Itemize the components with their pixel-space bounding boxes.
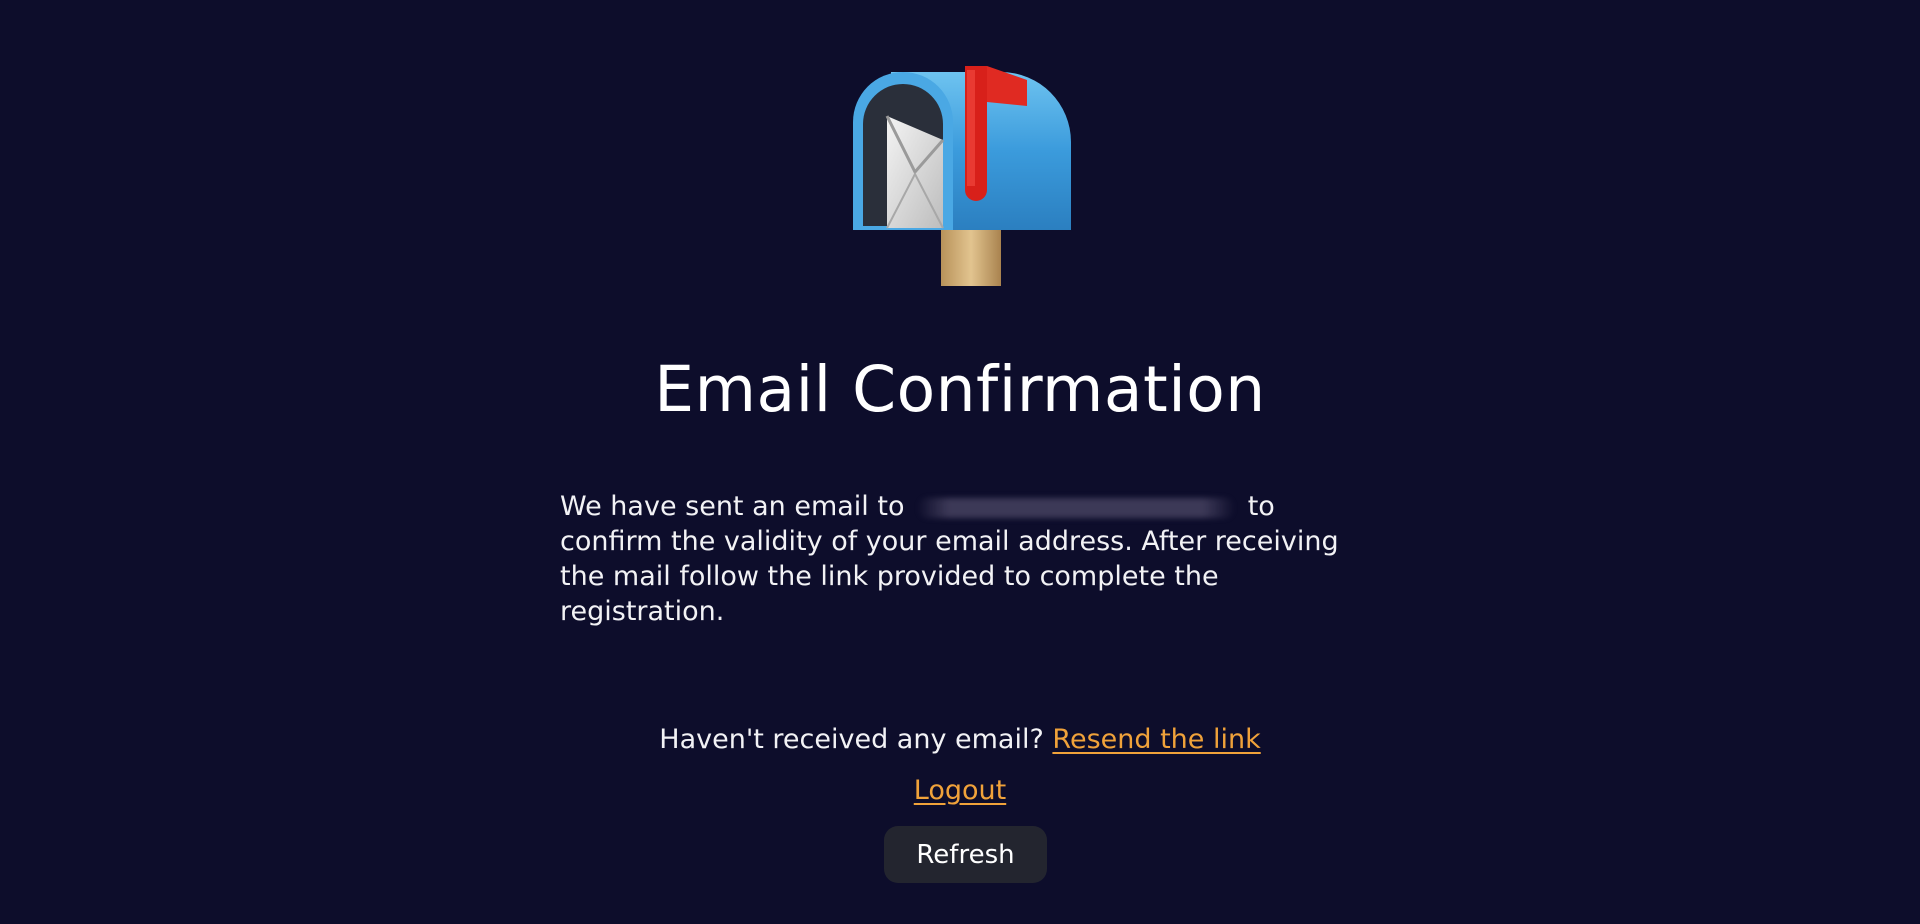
refresh-button[interactable]: Refresh (884, 826, 1047, 883)
resend-prompt: Haven't received any email? (659, 724, 1044, 755)
page-title: Email Confirmation (654, 353, 1266, 426)
logout-link[interactable]: Logout (914, 775, 1006, 806)
mailbox-icon (851, 62, 1079, 286)
logout-row: Logout (0, 773, 1920, 809)
email-confirmation-page: Email Confirmation We have sent an email… (0, 0, 1920, 924)
redacted-email-address (917, 497, 1236, 518)
resend-row: Haven't received any email? Resend the l… (0, 722, 1920, 758)
confirmation-message: We have sent an email to to confirm the … (560, 489, 1360, 629)
resend-link[interactable]: Resend the link (1052, 724, 1260, 755)
message-before: We have sent an email to (560, 491, 905, 522)
